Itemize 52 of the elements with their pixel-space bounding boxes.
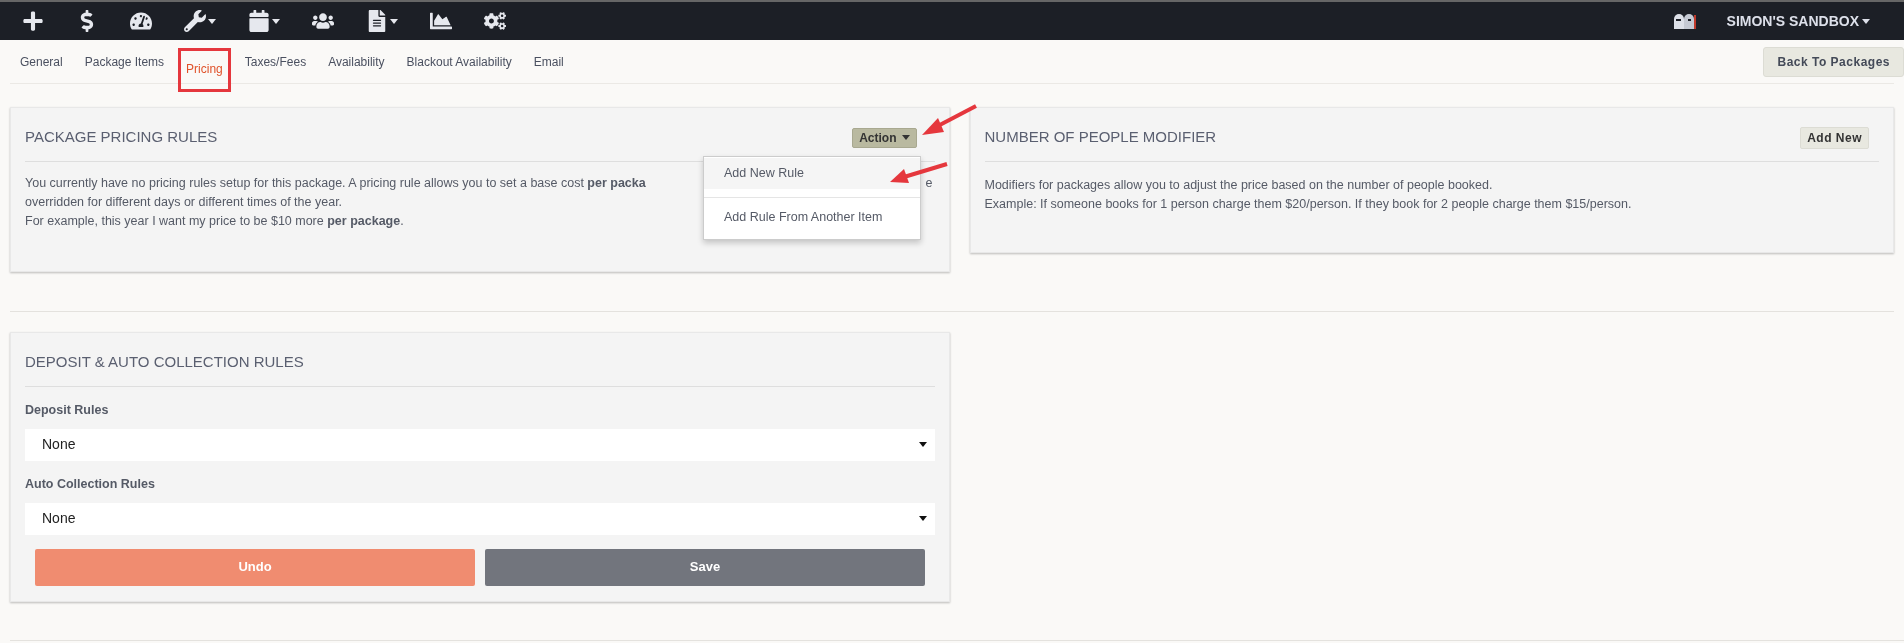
back-button[interactable]: Back To Packages bbox=[1763, 46, 1904, 77]
action-button[interactable]: Action bbox=[852, 127, 917, 148]
plus-icon bbox=[22, 10, 44, 32]
panel-title: NUMBER OF PEOPLE MODIFIER bbox=[984, 127, 1217, 148]
nav-button[interactable] bbox=[312, 10, 334, 32]
panel-title: DEPOSIT & AUTO COLLECTION RULES bbox=[25, 352, 304, 373]
tab[interactable]: General bbox=[20, 52, 63, 71]
caret-icon bbox=[272, 18, 280, 24]
tab[interactable]: Taxes/Fees bbox=[244, 52, 307, 71]
mailbox-icon[interactable] bbox=[1672, 13, 1697, 29]
save-button[interactable]: Save bbox=[485, 548, 925, 586]
tab[interactable]: Email bbox=[533, 52, 564, 71]
nav-button[interactable] bbox=[430, 10, 452, 32]
wrench-icon bbox=[184, 10, 206, 32]
caret-icon bbox=[919, 516, 927, 521]
caret-icon bbox=[390, 18, 398, 24]
nav-button[interactable] bbox=[484, 10, 506, 32]
description-text: For example, this year I want my price to be $10 more per package. bbox=[25, 213, 404, 230]
caret-icon bbox=[919, 442, 927, 448]
nav-button[interactable] bbox=[184, 10, 216, 32]
caret-icon bbox=[901, 135, 910, 140]
area-chart-icon bbox=[430, 10, 452, 32]
settings-icon bbox=[484, 10, 506, 32]
description-text: e bbox=[925, 175, 933, 192]
users-icon bbox=[312, 10, 334, 32]
nav-button[interactable] bbox=[248, 10, 280, 32]
caret-icon bbox=[208, 18, 216, 24]
tab[interactable]: Package Items bbox=[84, 52, 165, 71]
select-field[interactable]: None bbox=[25, 502, 935, 535]
menu-item[interactable]: Add New Rule bbox=[704, 158, 920, 189]
calendar-icon bbox=[248, 10, 270, 32]
description-text: Modifiers for packages allow you to adjust the price based on the number of people booked. bbox=[984, 177, 1493, 194]
select-field[interactable]: None bbox=[25, 428, 935, 461]
tab[interactable]: Pricing bbox=[186, 59, 223, 78]
add-new-button[interactable]: Add New bbox=[1800, 126, 1869, 149]
menu-item[interactable]: Add Rule From Another Item bbox=[704, 205, 920, 238]
account-menu[interactable]: SIMON'S SANDBOX bbox=[1726, 10, 1870, 32]
caret-icon bbox=[1862, 18, 1870, 24]
description-text: Example: If someone books for 1 person charge them $20/person. If they book for 2 people charge them $15/person. bbox=[984, 196, 1632, 213]
annotation-arrow bbox=[920, 104, 978, 138]
field-label: Auto Collection Rules bbox=[25, 475, 156, 493]
tab[interactable]: Blackout Availability bbox=[406, 52, 512, 71]
tab[interactable]: Availability bbox=[328, 52, 385, 71]
field-label: Deposit Rules bbox=[25, 402, 110, 419]
gauge-icon bbox=[130, 10, 152, 32]
nav-button[interactable] bbox=[130, 10, 152, 32]
nav-button[interactable] bbox=[366, 10, 398, 32]
description-text: You currently have no pricing rules setup for this package. A pricing rule allows you to set a base cost per packa bbox=[25, 175, 646, 192]
nav-button[interactable] bbox=[22, 10, 44, 32]
document-icon bbox=[366, 10, 388, 32]
description-text: overridden for different days or different times of the year. bbox=[25, 194, 343, 211]
panel-title: PACKAGE PRICING RULES bbox=[25, 127, 218, 148]
